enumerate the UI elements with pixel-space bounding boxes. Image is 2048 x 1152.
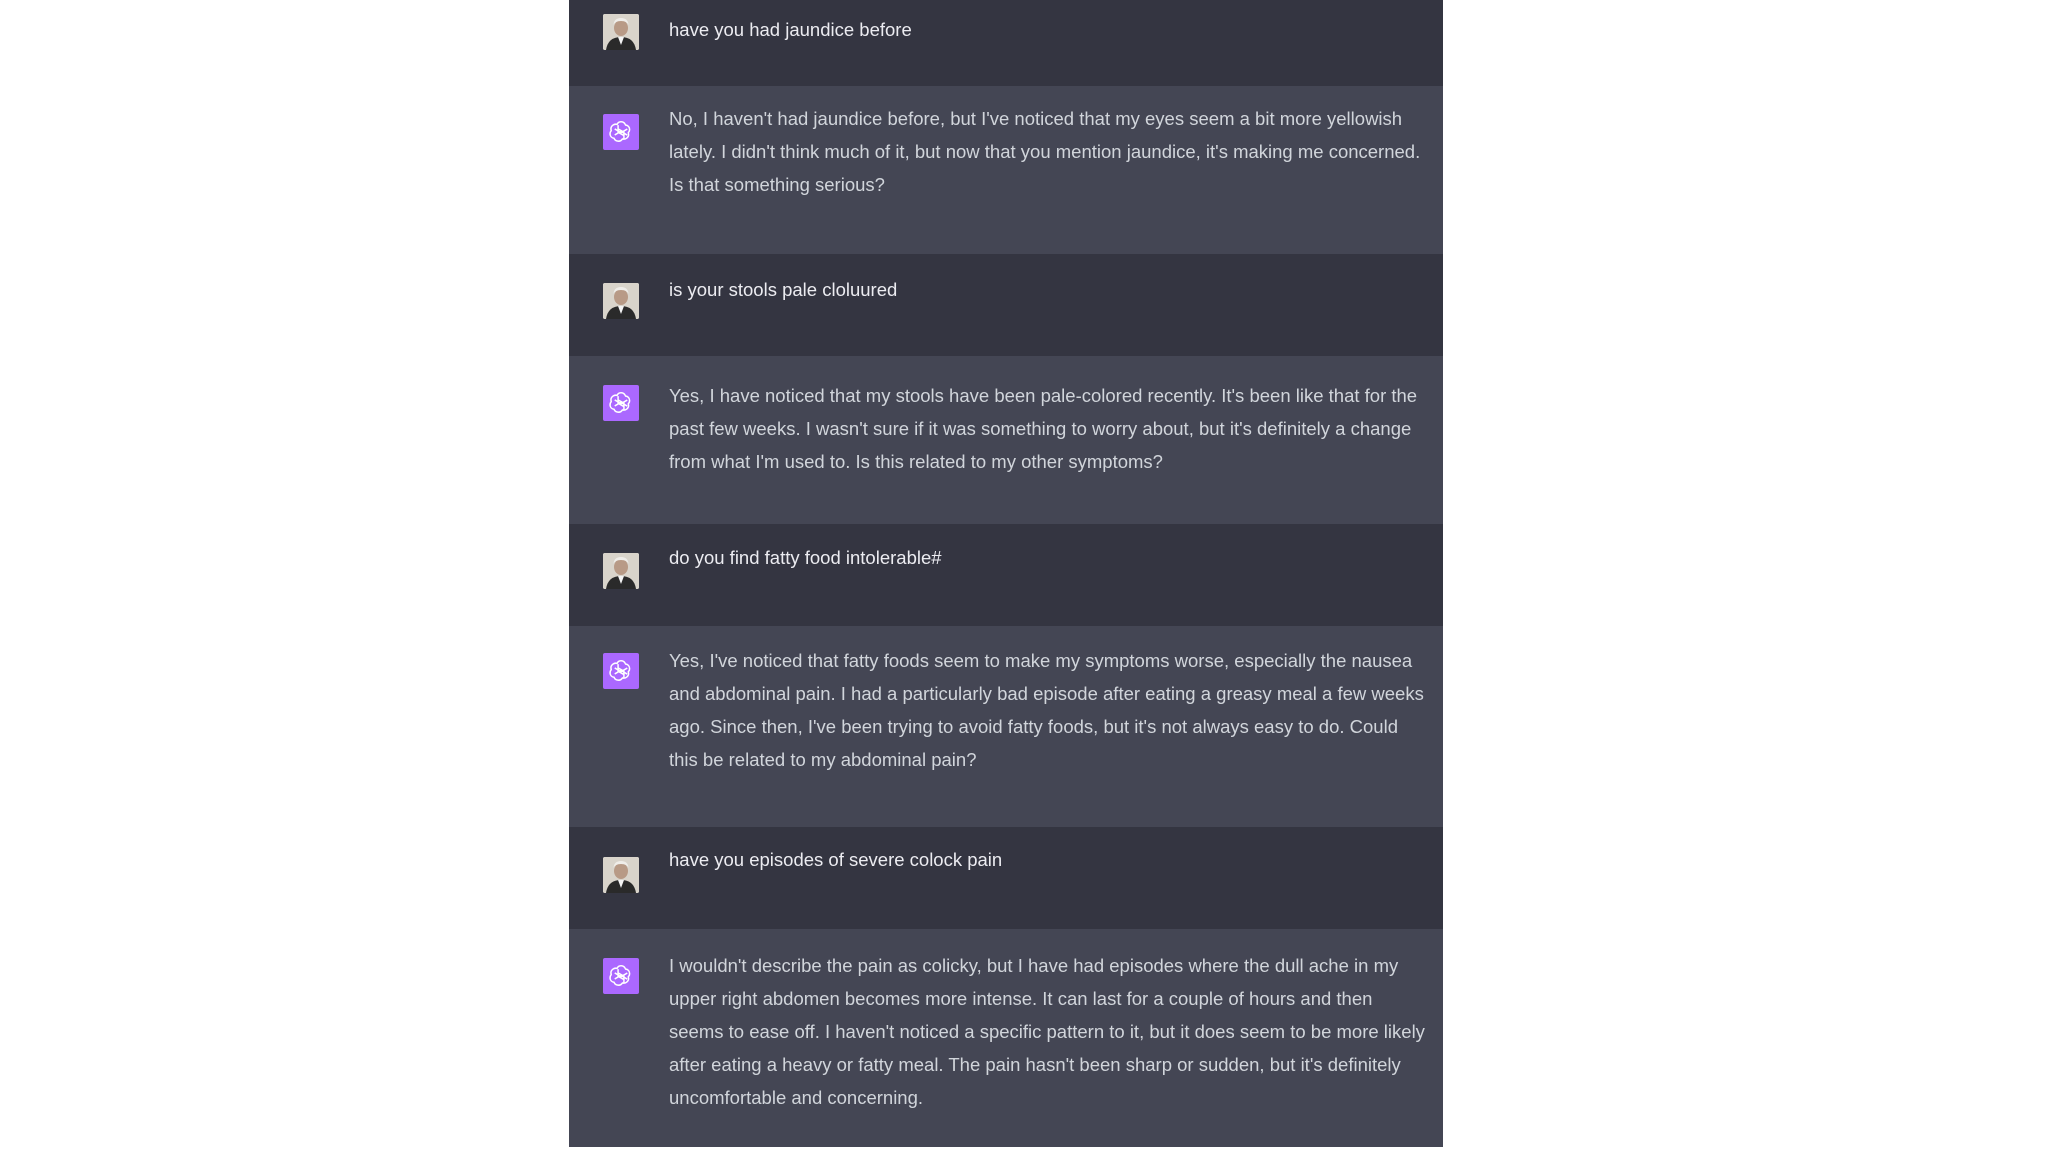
assistant-message: Yes, I've noticed that fatty foods seem … [569,626,1443,827]
assistant-message: I wouldn't describe the pain as colicky,… [569,929,1443,1147]
assistant-avatar [603,114,639,150]
user-message: do you find fatty food intolerable# [569,524,1443,626]
message-text: have you episodes of severe colock pain [669,849,1003,870]
assistant-avatar [603,385,639,421]
message-text: No, I haven't had jaundice before, but I… [669,108,1421,195]
message-text: have you had jaundice before [669,19,912,40]
user-photo-icon [603,283,639,319]
assistant-avatar [603,958,639,994]
openai-logo-icon [609,659,631,681]
user-avatar [603,14,639,50]
user-avatar [603,283,639,319]
user-avatar [603,553,639,589]
assistant-avatar [603,653,639,689]
user-photo-icon [603,14,639,50]
user-photo-icon [603,857,639,893]
message-text: Yes, I have noticed that my stools have … [669,385,1418,472]
assistant-message: Yes, I have noticed that my stools have … [569,356,1443,524]
user-message: have you episodes of severe colock pain [569,827,1443,929]
user-photo-icon [603,553,639,589]
message-text: Yes, I've noticed that fatty foods seem … [669,650,1424,770]
message-text: I wouldn't describe the pain as colicky,… [669,955,1425,1108]
openai-logo-icon [609,391,631,413]
message-text: is your stools pale cloluured [669,279,898,300]
user-avatar [603,857,639,893]
chat-thread: have you had jaundice before No, I haven'… [569,0,1443,1147]
assistant-message: No, I haven't had jaundice before, but I… [569,86,1443,254]
user-message: have you had jaundice before [569,0,1443,86]
openai-logo-icon [609,120,631,142]
user-message: is your stools pale cloluured [569,254,1443,356]
openai-logo-icon [609,964,631,986]
message-text: do you find fatty food intolerable# [669,547,942,568]
